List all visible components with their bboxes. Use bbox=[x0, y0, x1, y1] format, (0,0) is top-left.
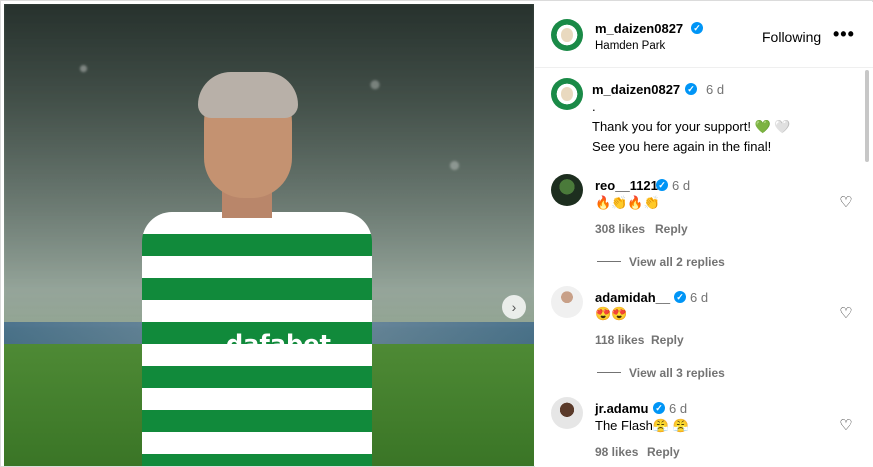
post-header: m_daizen0827 ✓ Hamden Park Following ••• bbox=[535, 2, 873, 68]
following-button[interactable]: Following bbox=[762, 29, 821, 45]
view-replies-divider bbox=[597, 261, 621, 262]
comment-likes[interactable]: 308 likes bbox=[595, 222, 645, 236]
comment-text: The Flash😤 😤 bbox=[595, 418, 689, 433]
commenter-avatar[interactable] bbox=[551, 174, 583, 206]
chevron-right-icon[interactable]: › bbox=[502, 295, 526, 319]
heart-icon[interactable]: ♡ bbox=[838, 418, 854, 434]
verified-icon: ✓ bbox=[685, 83, 697, 95]
comment-text: 😍😍 bbox=[595, 306, 628, 321]
reply-button[interactable]: Reply bbox=[647, 445, 680, 459]
post-modal: dafabet › m_daizen0827 ✓ Hamden Park Fol… bbox=[0, 0, 873, 467]
more-options-icon[interactable]: ••• bbox=[833, 24, 855, 45]
player-figure: dafabet bbox=[122, 72, 412, 466]
comment-text: 🔥👏🔥👏 bbox=[595, 195, 660, 210]
comment-time[interactable]: 6 d bbox=[672, 178, 690, 193]
heart-icon[interactable]: ♡ bbox=[838, 195, 854, 211]
verified-icon: ✓ bbox=[691, 22, 703, 34]
comments-pane: m_daizen0827 ✓ Hamden Park Following •••… bbox=[535, 2, 873, 467]
author-username[interactable]: m_daizen0827 bbox=[595, 21, 683, 36]
comment-username[interactable]: jr.adamu bbox=[595, 401, 648, 416]
commenter-avatar[interactable] bbox=[551, 286, 583, 318]
player-hair bbox=[198, 72, 298, 118]
commenter-avatar[interactable] bbox=[551, 397, 583, 429]
comment-likes[interactable]: 98 likes bbox=[595, 445, 638, 459]
reply-button[interactable]: Reply bbox=[655, 222, 688, 236]
verified-icon: ✓ bbox=[674, 291, 686, 303]
comment-username[interactable]: reo__1121 bbox=[595, 178, 658, 193]
view-replies-button[interactable]: View all 3 replies bbox=[629, 366, 725, 380]
verified-icon: ✓ bbox=[653, 402, 665, 414]
caption-avatar[interactable] bbox=[551, 78, 583, 110]
shirt-sponsor-text: dafabet bbox=[226, 330, 331, 358]
caption-time[interactable]: 6 d bbox=[706, 82, 724, 97]
comment-time[interactable]: 6 d bbox=[669, 401, 687, 416]
scrollbar[interactable] bbox=[865, 70, 869, 162]
post-location[interactable]: Hamden Park bbox=[595, 40, 665, 52]
comment-username[interactable]: adamidah__ bbox=[595, 290, 670, 305]
heart-icon[interactable]: ♡ bbox=[838, 306, 854, 322]
comment-time[interactable]: 6 d bbox=[690, 290, 708, 305]
comment-likes[interactable]: 118 likes bbox=[595, 333, 644, 347]
author-avatar[interactable] bbox=[551, 19, 583, 51]
post-photo[interactable]: dafabet › bbox=[4, 4, 534, 466]
reply-button[interactable]: Reply bbox=[651, 333, 684, 347]
view-replies-divider bbox=[597, 372, 621, 373]
caption-text: . Thank you for your support! 💚 🤍 See yo… bbox=[592, 99, 791, 154]
verified-icon: ✓ bbox=[656, 179, 668, 191]
view-replies-button[interactable]: View all 2 replies bbox=[629, 255, 725, 269]
caption-username[interactable]: m_daizen0827 bbox=[592, 82, 680, 97]
